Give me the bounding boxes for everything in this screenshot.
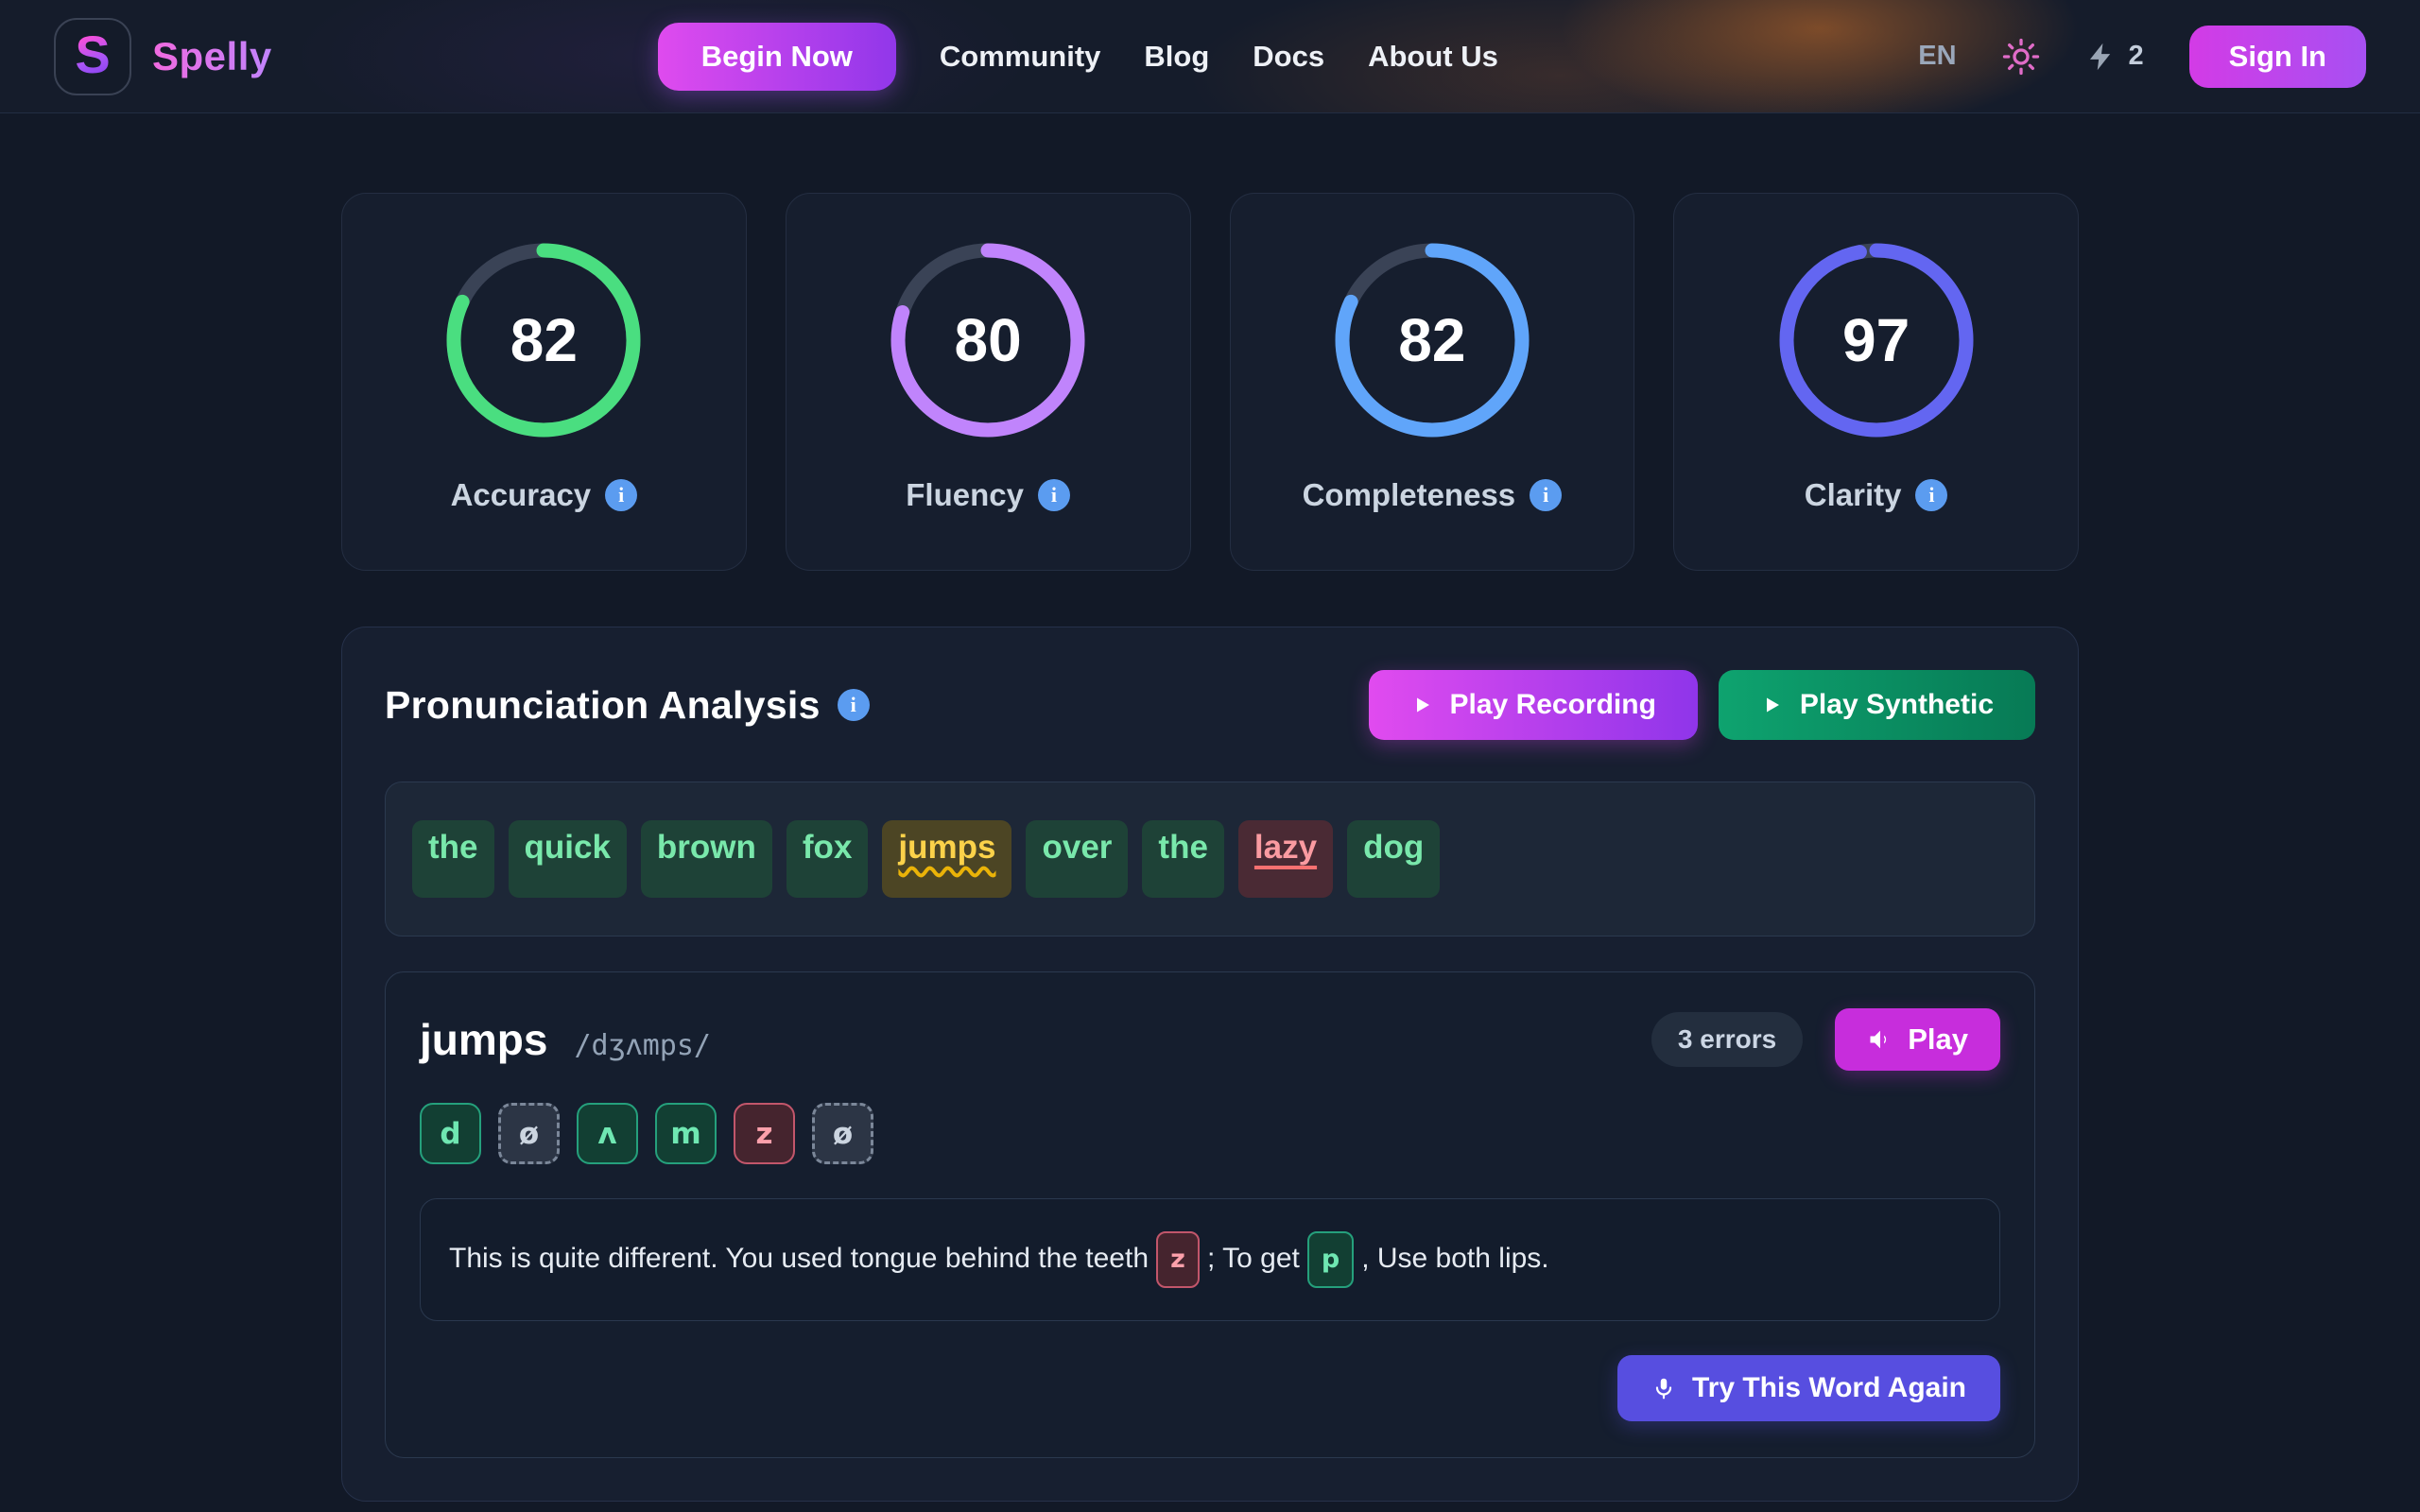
brand-name: Spelly [152,34,272,79]
sun-icon [2002,38,2040,76]
word-title-group: jumps /dʒʌmps/ [420,1014,711,1065]
nav-links: Community Blog Docs About Us [940,40,1498,74]
nav-link-about-us[interactable]: About Us [1368,40,1498,74]
feedback-phoneme-chip-correct[interactable]: p [1307,1231,1354,1288]
word-detail-header: jumps /dʒʌmps/ 3 errors Play [420,1008,2000,1071]
panel-title-group: Pronunciation Analysis i [385,683,870,728]
begin-now-button[interactable]: Begin Now [658,23,896,91]
phoneme-chip-correct[interactable]: ʌ [577,1103,638,1164]
score-ring: 97 [1777,241,1976,439]
word-chip-lazy[interactable]: lazy [1238,820,1333,898]
word-name: jumps [420,1014,547,1065]
play-synthetic-label: Play Synthetic [1800,689,1994,721]
score-value: 82 [1333,241,1531,439]
info-icon[interactable]: i [1038,479,1070,511]
nav-link-docs[interactable]: Docs [1253,40,1324,74]
score-value: 97 [1777,241,1976,439]
word-header-actions: 3 errors Play [1651,1008,2000,1071]
word-chip-brown[interactable]: brown [641,820,772,898]
language-selector[interactable]: EN [1918,41,1956,72]
play-recording-label: Play Recording [1450,689,1656,721]
score-label: Accuracy [451,477,592,513]
panel-actions: Play Recording Play Synthetic [1369,670,2035,740]
nav-right: EN 2 Sign In [1918,26,2366,88]
panel-header: Pronunciation Analysis i Play Recording … [385,670,2035,740]
play-synthetic-button[interactable]: Play Synthetic [1719,670,2035,740]
play-icon [1410,694,1433,716]
speaker-icon [1867,1026,1893,1053]
try-word-again-label: Try This Word Again [1692,1372,1966,1404]
score-ring: 80 [889,241,1087,439]
play-icon [1760,694,1783,716]
feedback-phoneme-chip-wrong[interactable]: z [1156,1231,1200,1288]
word-chip-fox[interactable]: fox [786,820,869,898]
score-value: 82 [444,241,643,439]
score-ring: 82 [444,241,643,439]
word-detail-card: jumps /dʒʌmps/ 3 errors Play døʌmzø This… [385,971,2035,1458]
info-icon[interactable]: i [838,689,870,721]
primary-nav: Begin Now Community Blog Docs About Us [658,23,1498,91]
nav-link-community[interactable]: Community [940,40,1101,74]
score-cards-row: 82 Accuracy i 80 Fluency i 82 Completeness i 97 Cl… [341,193,2079,571]
play-word-label: Play [1908,1022,1968,1057]
nav-link-blog[interactable]: Blog [1144,40,1209,74]
word-chip-jumps[interactable]: jumps [882,820,1011,898]
sentence-words: thequickbrownfoxjumpsoverthelazydog [385,782,2035,936]
theme-toggle-button[interactable] [2002,38,2040,76]
score-value: 80 [889,241,1087,439]
phoneme-chip-missing[interactable]: ø [812,1103,873,1164]
word-chip-the[interactable]: the [1142,820,1224,898]
score-label: Completeness [1303,477,1516,513]
info-icon[interactable]: i [1530,479,1562,511]
score-card-clarity: 97 Clarity i [1673,193,2079,571]
feedback-text: , Use both lips. [1361,1243,1548,1274]
phoneme-chip-correct[interactable]: d [420,1103,481,1164]
word-ipa: /dʒʌmps/ [574,1029,711,1062]
credits-indicator[interactable]: 2 [2085,41,2144,73]
info-icon[interactable]: i [1915,479,1947,511]
score-card-fluency: 80 Fluency i [786,193,1191,571]
score-card-accuracy: 82 Accuracy i [341,193,747,571]
feedback-text: ; To get [1207,1243,1300,1274]
phoneme-chip-missing[interactable]: ø [498,1103,560,1164]
try-word-again-button[interactable]: Try This Word Again [1617,1355,2000,1421]
word-chip-over[interactable]: over [1026,820,1128,898]
pronunciation-panel: Pronunciation Analysis i Play Recording … [341,627,2079,1502]
word-chip-quick[interactable]: quick [509,820,627,898]
navbar: S Spelly Begin Now Community Blog Docs Abou… [0,0,2420,113]
score-label: Fluency [906,477,1024,513]
errors-badge: 3 errors [1651,1012,1803,1067]
play-word-button[interactable]: Play [1835,1008,2000,1071]
mic-icon [1651,1376,1676,1400]
main-content: 82 Accuracy i 80 Fluency i 82 Completeness i 97 Cl… [341,193,2079,1502]
phoneme-chip-correct[interactable]: m [655,1103,717,1164]
bolt-icon [2085,41,2118,73]
play-recording-button[interactable]: Play Recording [1369,670,1698,740]
score-card-completeness: 82 Completeness i [1230,193,1635,571]
sign-in-button[interactable]: Sign In [2189,26,2366,88]
score-label: Clarity [1805,477,1902,513]
phoneme-chip-wrong[interactable]: z [734,1103,795,1164]
brand-group: S Spelly [54,18,272,95]
panel-title: Pronunciation Analysis [385,683,821,728]
score-ring: 82 [1333,241,1531,439]
feedback-text: This is quite different. You used tongue… [449,1243,1149,1274]
phoneme-row: døʌmzø [420,1103,2000,1164]
word-chip-dog[interactable]: dog [1347,820,1440,898]
word-detail-footer: Try This Word Again [420,1355,2000,1421]
logo-s-icon: S [75,28,110,81]
app-logo[interactable]: S [54,18,131,95]
word-chip-the[interactable]: the [412,820,494,898]
credits-count: 2 [2129,41,2144,72]
info-icon[interactable]: i [605,479,637,511]
feedback-box: This is quite different. You used tongue… [420,1198,2000,1321]
